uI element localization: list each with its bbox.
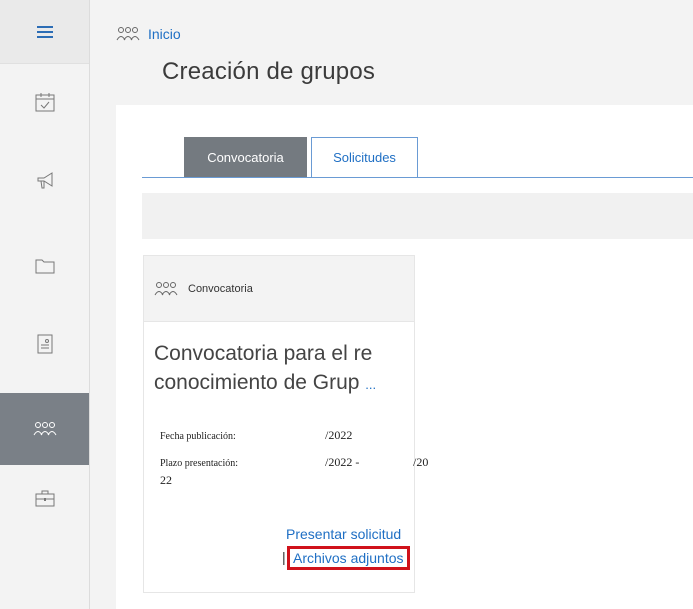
convocatoria-card: Convocatoria Convocatoria para el re con… [143, 255, 428, 593]
card-title[interactable]: Convocatoria para el re conocimiento de … [154, 339, 404, 399]
breadcrumb-link-inicio[interactable]: Inicio [148, 26, 181, 42]
sidebar-item-briefcase[interactable] [0, 468, 89, 528]
groups-icon [33, 422, 56, 436]
plazo-presentacion-value: /2022 - [325, 455, 360, 469]
card-header-label: Convocatoria [188, 282, 253, 295]
sidebar-menu-button[interactable] [0, 0, 89, 64]
menu-icon [36, 25, 53, 38]
groups-icon [154, 281, 178, 295]
tab-bar: Convocatoria Solicitudes [184, 137, 418, 177]
tab-underline [142, 177, 693, 178]
main-gutter [90, 105, 116, 609]
megaphone-icon [37, 172, 52, 189]
card-header: Convocatoria [144, 256, 414, 322]
groups-icon [116, 27, 140, 41]
filter-bar [142, 193, 693, 239]
sidebar-item-documents[interactable] [0, 314, 89, 374]
sidebar-item-announcements[interactable] [0, 150, 89, 210]
briefcase-icon [35, 490, 54, 507]
breadcrumb: Inicio [116, 26, 181, 42]
sidebar-item-groups[interactable] [0, 393, 89, 465]
fecha-publicacion-label: Fecha publicación: [160, 431, 236, 442]
sidebar-item-folder[interactable] [0, 236, 89, 296]
sidebar-item-calendar[interactable] [0, 72, 89, 132]
main-panel: Convocatoria Solicitudes Convocatoria Co… [116, 105, 693, 609]
plazo-presentacion-label: Plazo presentación: [160, 458, 239, 469]
presentar-solicitud-link[interactable]: Presentar solicitud [286, 526, 401, 542]
folder-icon [35, 259, 54, 274]
archivos-adjuntos-link[interactable]: Archivos adjuntos [287, 546, 410, 570]
plazo-presentacion-value-wrap: 22 [160, 473, 172, 487]
card-title-ellipsis[interactable]: ... [365, 377, 376, 392]
fecha-publicacion-value: /2022 [325, 428, 353, 442]
page-header: Inicio Creación de grupos [90, 0, 693, 105]
tab-solicitudes[interactable]: Solicitudes [311, 137, 418, 177]
page-title: Creación de grupos [162, 58, 376, 85]
document-icon [37, 334, 52, 354]
card-title-text: Convocatoria para el re conocimiento de … [154, 342, 373, 394]
tab-convocatoria[interactable]: Convocatoria [184, 137, 307, 177]
calendar-icon [35, 93, 54, 112]
sidebar [0, 0, 90, 609]
plazo-presentacion-value-end: /20 [413, 455, 429, 469]
link-separator: | [282, 549, 286, 565]
